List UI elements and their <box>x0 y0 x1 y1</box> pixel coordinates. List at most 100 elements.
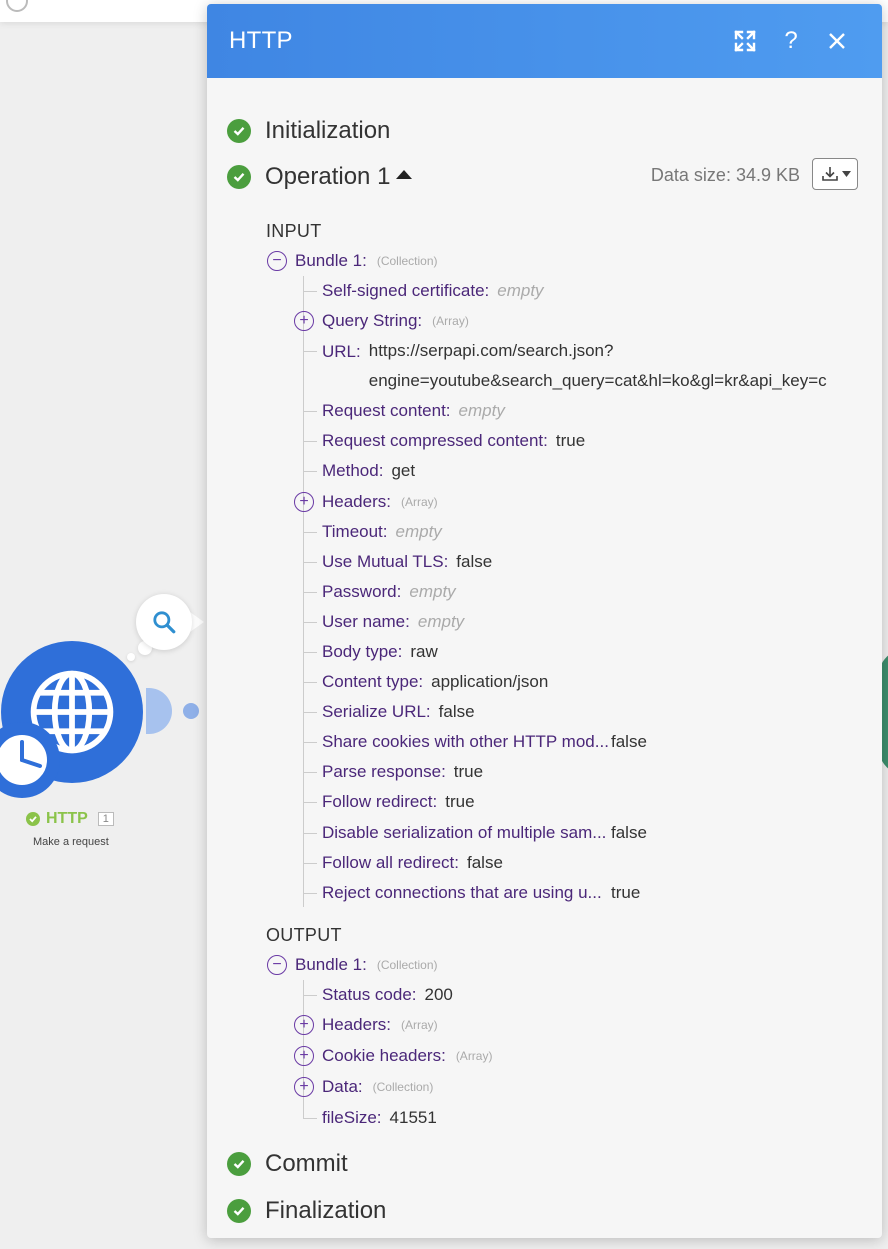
field-key: Serialize URL: <box>322 702 431 722</box>
field-key: Cookie headers: <box>322 1046 446 1066</box>
input-bundle-children: Self-signed certificate: empty + Query S… <box>294 276 882 908</box>
field-output-headers[interactable]: + Headers: (Array) <box>294 1010 882 1041</box>
field-request-compressed: Request compressed content: true <box>303 426 882 456</box>
field-value: empty <box>417 611 465 631</box>
dialog-body: Initialization Operation 1 Data size: 34… <box>207 78 882 1234</box>
field-value: empty <box>458 401 505 421</box>
field-key: Request content: <box>322 401 451 421</box>
field-value: empty <box>497 281 544 301</box>
chevron-down-icon <box>841 171 851 177</box>
field-query-string[interactable]: + Query String: (Array) <box>294 306 882 336</box>
field-serialize-url: Serialize URL: false <box>303 697 882 727</box>
field-follow-redirect: Follow redirect: true <box>303 787 882 817</box>
field-value: true <box>611 882 641 902</box>
bubble-tail <box>190 612 204 632</box>
field-key: Request compressed content: <box>322 431 548 451</box>
field-timeout: Timeout: empty <box>303 517 882 547</box>
field-reject-connections: Reject connections that are using u... t… <box>303 878 882 908</box>
bundle-label: Bundle 1: <box>295 251 367 270</box>
field-mutual-tls: Use Mutual TLS: false <box>303 547 882 577</box>
expand-toggle-icon[interactable]: + <box>294 311 314 332</box>
expand-button[interactable] <box>722 21 768 61</box>
type-tag: (Array) <box>455 1049 493 1064</box>
field-url: URL: https://serpapi.com/search.json? en… <box>303 336 882 396</box>
field-value: https://serpapi.com/search.json? engine=… <box>369 336 827 396</box>
output-bundle[interactable]: − Bundle 1: (Collection) <box>267 950 882 980</box>
field-value: true <box>453 762 484 782</box>
expand-toggle-icon[interactable]: + <box>294 1046 314 1067</box>
field-content-type: Content type: application/json <box>303 667 882 697</box>
input-tree: − Bundle 1: (Collection) Self-signed cer… <box>267 246 882 908</box>
input-bundle[interactable]: − Bundle 1: (Collection) <box>267 246 882 276</box>
dialog-title: HTTP <box>229 27 293 54</box>
collapse-caret-icon[interactable] <box>396 169 413 179</box>
check-icon <box>227 165 251 189</box>
type-tag: (Array) <box>400 494 438 509</box>
inspect-bubble[interactable] <box>136 594 192 650</box>
phase-operation[interactable]: Operation 1 Data size: 34.9 KB <box>227 154 882 200</box>
check-icon <box>227 1198 251 1223</box>
field-key: Share cookies with other HTTP mod... <box>322 732 609 752</box>
field-value: false <box>467 852 503 872</box>
field-status-code: Status code: 200 <box>303 980 882 1010</box>
field-key: Data: <box>322 1077 363 1097</box>
output-section-title: OUTPUT <box>266 924 342 945</box>
phase-label: Finalization <box>265 1196 387 1224</box>
url-line-1: https://serpapi.com/search.json? <box>368 341 614 361</box>
close-icon <box>829 33 845 49</box>
field-follow-all-redirect: Follow all redirect: false <box>303 848 882 878</box>
search-icon <box>153 611 176 634</box>
field-data[interactable]: + Data: (Collection) <box>294 1072 882 1103</box>
phase-commit[interactable]: Commit <box>227 1141 882 1188</box>
field-value: 200 <box>424 984 453 1004</box>
phase-label: Operation 1 <box>265 163 391 190</box>
field-value: true <box>445 792 475 812</box>
phase-initialization[interactable]: Initialization <box>227 108 882 154</box>
execution-inspector-dialog: HTTP ? Initialization Operation 1 Data s… <box>207 4 882 1238</box>
phase-label: Initialization <box>265 117 391 144</box>
field-request-content: Request content: empty <box>303 396 882 426</box>
field-value: false <box>611 822 647 842</box>
field-parse-response: Parse response: true <box>303 757 882 787</box>
field-disable-serialization: Disable serialization of multiple sam...… <box>303 818 882 848</box>
field-key: Query String: <box>322 311 423 331</box>
field-key: Body type: <box>322 641 403 661</box>
field-key: Disable serialization of multiple sam... <box>322 822 607 842</box>
success-icon <box>26 812 40 826</box>
expand-icon <box>734 30 756 52</box>
expand-toggle-icon[interactable]: + <box>294 491 314 512</box>
field-key: Follow all redirect: <box>322 852 459 872</box>
close-button[interactable] <box>814 21 860 61</box>
field-headers[interactable]: + Headers: (Array) <box>294 486 882 516</box>
field-value: 41551 <box>389 1107 437 1127</box>
module-name: HTTP <box>46 810 88 827</box>
help-button[interactable]: ? <box>768 21 814 61</box>
field-value: get <box>391 461 416 481</box>
url-line-2: engine=youtube&search_query=cat&hl=ko&gl… <box>368 371 827 391</box>
download-button[interactable] <box>812 158 858 190</box>
field-key: Content type: <box>322 672 424 692</box>
field-key: Method: <box>322 461 384 481</box>
field-value: raw <box>410 641 438 661</box>
field-body-type: Body type: raw <box>303 637 882 667</box>
expand-toggle-icon[interactable]: + <box>294 1015 314 1036</box>
type-tag: (Array) <box>400 1018 438 1033</box>
schedule-badge[interactable] <box>0 722 60 798</box>
field-password: Password: empty <box>303 577 882 607</box>
module-connector[interactable] <box>146 688 172 734</box>
phase-finalization[interactable]: Finalization <box>227 1188 882 1234</box>
field-value: empty <box>409 581 456 601</box>
toolbar-circle-icon <box>6 0 28 12</box>
module-connector-dot <box>183 703 199 719</box>
expand-toggle-icon[interactable]: + <box>294 1077 314 1098</box>
check-icon <box>227 1152 251 1177</box>
field-value: false <box>456 551 493 571</box>
collapse-toggle-icon[interactable]: − <box>267 251 287 271</box>
collapse-toggle-icon[interactable]: − <box>267 954 287 975</box>
field-key: Timeout: <box>322 521 388 541</box>
field-method: Method: get <box>303 456 882 486</box>
field-key: Password: <box>322 581 402 601</box>
data-size: Data size: 34.9 KB <box>650 165 800 185</box>
field-key: fileSize: <box>322 1107 382 1127</box>
field-cookie-headers[interactable]: + Cookie headers: (Array) <box>294 1041 882 1072</box>
